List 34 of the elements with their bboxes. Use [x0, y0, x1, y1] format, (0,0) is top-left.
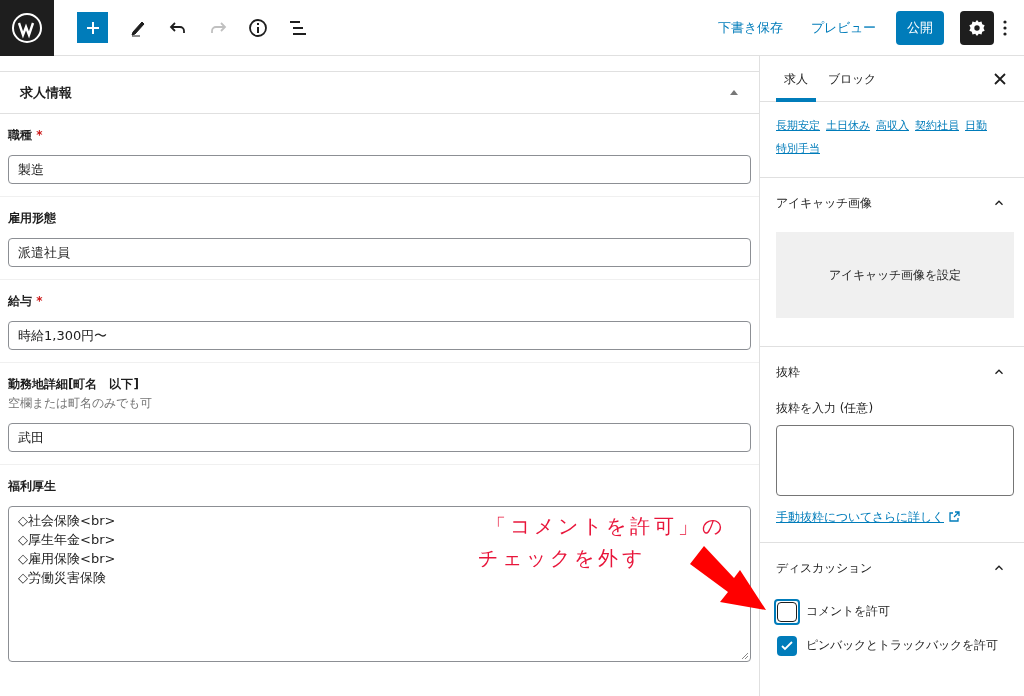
- help-text: 空欄または町名のみでも可: [8, 396, 153, 411]
- publish-button[interactable]: 公開: [896, 10, 944, 45]
- tag-link[interactable]: 土日休み: [826, 118, 870, 135]
- tag-link[interactable]: 長期安定: [776, 118, 820, 135]
- field-label: 職種: [8, 128, 32, 142]
- sidebar-tab[interactable]: ブロック: [828, 56, 876, 102]
- save-draft-button[interactable]: 下書き保存: [710, 17, 791, 38]
- section-title[interactable]: アイキャッチ画像: [776, 194, 872, 212]
- sidebar-tab[interactable]: 求人: [776, 56, 816, 102]
- field-label: 抜粋を入力 (任意): [776, 400, 875, 417]
- checkbox-label: ピンバックとトラックバックを許可: [806, 637, 998, 654]
- section-title[interactable]: ディスカッション: [776, 559, 872, 577]
- field-label: 雇用形態: [8, 211, 56, 225]
- set-featured-image-button[interactable]: アイキャッチ画像を設定: [776, 232, 1014, 318]
- text-field[interactable]: 製造: [8, 155, 751, 184]
- tag-link[interactable]: 特別手当: [776, 140, 820, 157]
- text-field[interactable]: 時給1,300円〜: [8, 321, 751, 350]
- preview-button[interactable]: プレビュー: [803, 17, 884, 38]
- annotation-text: 「コメントを許可」の: [486, 513, 726, 540]
- text-field[interactable]: 派遣社員: [8, 238, 751, 267]
- checkbox-label: コメントを許可: [806, 603, 890, 620]
- panel-title: 求人情報: [20, 83, 72, 102]
- field-label: 福利厚生: [8, 479, 56, 493]
- annotation-text: チェックを外す: [478, 545, 647, 572]
- field-label: 勤務地詳細[町名 以下]: [8, 377, 139, 391]
- section-title[interactable]: 抜粋: [776, 363, 800, 381]
- field-label: 給与: [8, 294, 32, 308]
- tag-link[interactable]: 日勤: [965, 118, 987, 135]
- required-mark: *: [36, 128, 43, 142]
- tag-link[interactable]: 高収入: [876, 118, 909, 135]
- tag-link[interactable]: 契約社員: [915, 118, 959, 135]
- required-mark: *: [36, 294, 43, 308]
- text-field[interactable]: 武田: [8, 423, 751, 452]
- learn-more-link[interactable]: 手動抜粋についてさらに詳しく: [776, 508, 944, 526]
